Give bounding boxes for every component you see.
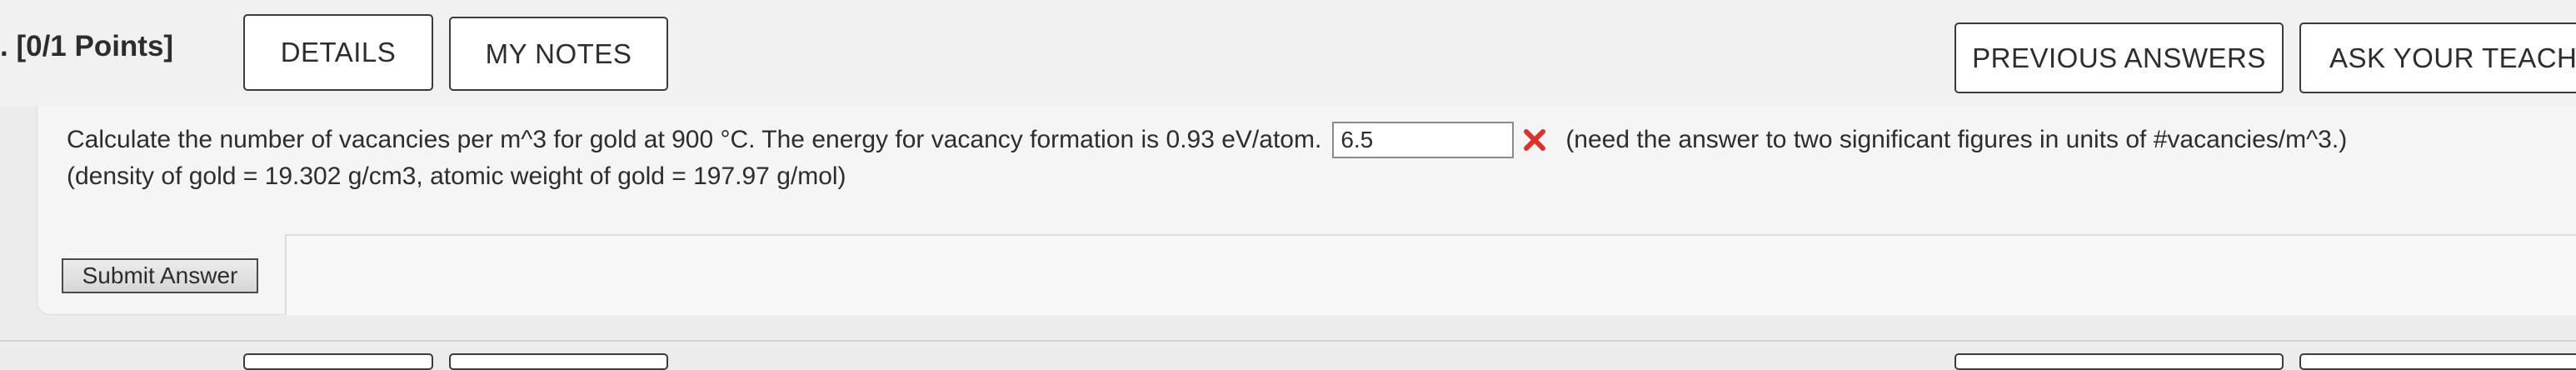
answer-hint: (need the answer to two significant figu… — [1565, 126, 2348, 153]
my-notes-button[interactable]: MY NOTES — [449, 17, 668, 91]
answer-input[interactable] — [1332, 122, 1515, 158]
next-ask-your-teacher-button[interactable] — [2299, 353, 2576, 370]
question-text: Calculate the number of vacancies per m^… — [67, 126, 1322, 153]
submit-answer-button[interactable]: Submit Answer — [62, 258, 258, 293]
points-label: . [0/1 Points] — [0, 30, 174, 62]
incorrect-x-icon — [1520, 126, 1549, 154]
next-previous-answers-button[interactable] — [1954, 353, 2284, 370]
ask-your-teacher-button[interactable]: ASK YOUR TEACHER — [2299, 22, 2576, 93]
next-my-notes-button[interactable] — [449, 353, 668, 370]
question-body: Calculate the number of vacancies per m^… — [67, 122, 2347, 195]
question-line-1: Calculate the number of vacancies per m^… — [67, 122, 2347, 158]
previous-answers-button[interactable]: PREVIOUS ANSWERS — [1954, 22, 2284, 93]
question-given-data: (density of gold = 19.302 g/cm3, atomic … — [67, 162, 846, 190]
details-button[interactable]: DETAILS — [243, 14, 433, 91]
section-divider — [0, 340, 2576, 342]
submit-area — [285, 234, 2576, 315]
question-line-2: (density of gold = 19.302 g/cm3, atomic … — [67, 158, 2347, 195]
next-details-button[interactable] — [243, 353, 433, 370]
